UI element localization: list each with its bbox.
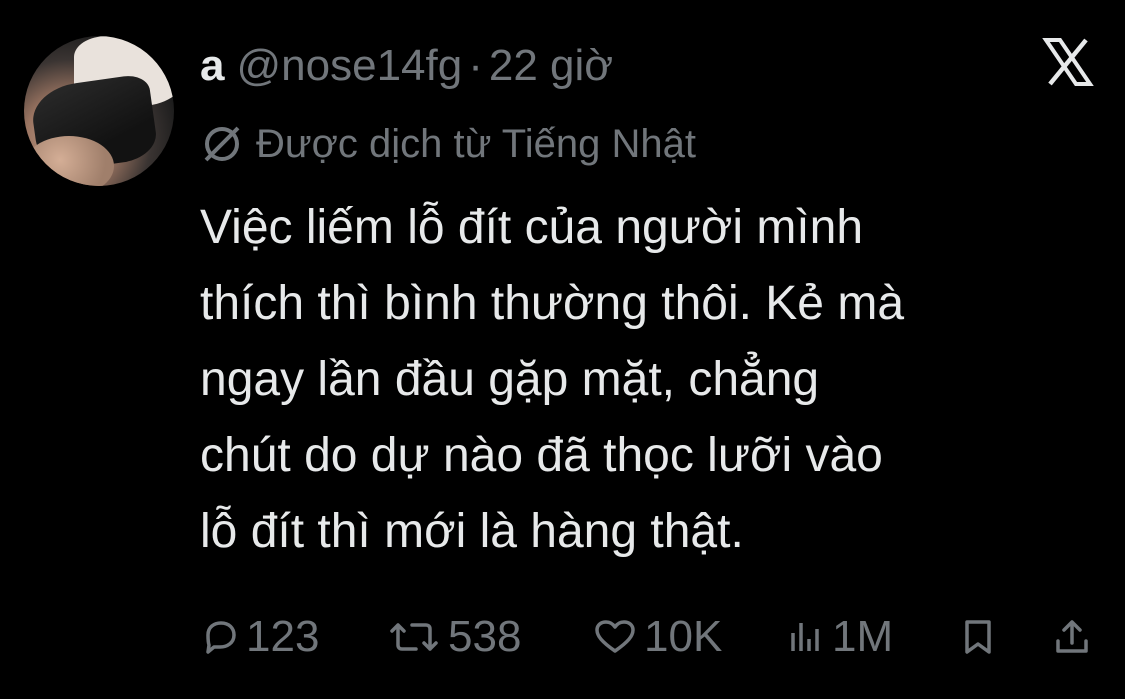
like-count: 10K [644, 612, 723, 661]
display-name[interactable]: a [200, 36, 224, 96]
tweet-body-line: ngay lần đầu gặp mặt, chẳng [200, 353, 820, 406]
share-icon [1056, 620, 1088, 653]
views-button[interactable]: 1M [786, 606, 893, 668]
repost-button[interactable]: 538 [386, 606, 521, 668]
heart-icon [595, 620, 635, 653]
reply-button[interactable]: 123 [200, 606, 319, 668]
user-handle[interactable]: @nose14fg [236, 36, 462, 96]
repost-icon [390, 623, 438, 651]
tweet-header: a @nose14fg · 22 giờ [200, 36, 613, 96]
translated-text: Được dịch từ Tiếng Nhật [256, 121, 696, 166]
action-bar: 123 538 10K 1M [200, 606, 1100, 668]
tweet-body-line: thích thì bình thường thôi. Kẻ mà [200, 277, 905, 330]
share-button[interactable] [1052, 606, 1098, 668]
view-count: 1M [832, 612, 894, 661]
x-logo-icon[interactable] [1042, 36, 1094, 88]
globe-slash-icon [204, 126, 240, 162]
timestamp[interactable]: 22 giờ [489, 36, 613, 96]
like-button[interactable]: 10K [592, 606, 722, 668]
avatar[interactable] [24, 36, 174, 186]
tweet-body-line: Việc liếm lỗ đít của người mình [200, 201, 864, 254]
repost-count: 538 [448, 612, 522, 661]
tweet-body-line: chút do dự nào đã thọc lưỡi vào [200, 429, 883, 482]
reply-icon [206, 621, 236, 654]
separator-dot: · [468, 41, 483, 90]
tweet-body-line: lỗ đít thì mới là hàng thật. [200, 505, 744, 558]
reply-count: 123 [246, 612, 320, 661]
tweet-body: Việc liếm lỗ đít của người mình thích th… [200, 190, 1105, 570]
bar-chart-icon [791, 623, 819, 651]
translated-label[interactable]: Được dịch từ Tiếng Nhật [200, 116, 696, 172]
bookmark-icon [965, 620, 991, 654]
bookmark-button[interactable] [960, 606, 1002, 668]
